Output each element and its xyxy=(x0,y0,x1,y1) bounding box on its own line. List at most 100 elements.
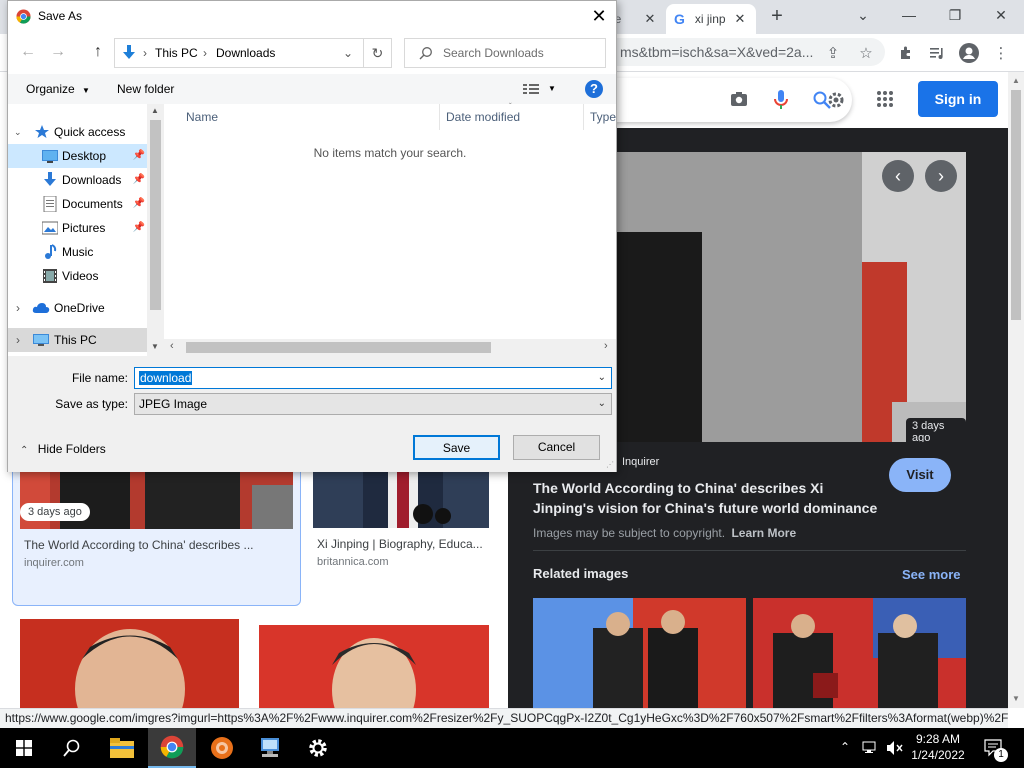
breadcrumb-this-pc[interactable]: This PC xyxy=(155,39,198,67)
new-tab-button[interactable]: + xyxy=(766,5,788,27)
restore-button[interactable]: ❐ xyxy=(932,0,978,30)
nav-this-pc[interactable]: › This PC xyxy=(8,328,147,352)
file-pane-horizontal-scrollbar[interactable]: ‹ › xyxy=(164,339,616,356)
column-header-date-modified[interactable]: Date modified xyxy=(440,104,584,130)
scroll-right-arrow-icon[interactable]: › xyxy=(604,340,608,352)
nav-onedrive[interactable]: › OneDrive xyxy=(8,296,147,320)
view-options-caret-icon[interactable]: ▼ xyxy=(548,74,556,104)
nav-quick-access[interactable]: ⌄ Quick access xyxy=(8,120,147,144)
browser-tab-2[interactable]: G xi jinp ✕ xyxy=(666,4,756,34)
breadcrumb-downloads[interactable]: Downloads xyxy=(216,39,275,67)
related-image-1[interactable] xyxy=(533,598,746,708)
result-source[interactable]: inquirer.com xyxy=(24,557,84,569)
voice-search-mic-icon[interactable] xyxy=(774,89,788,111)
column-header-type[interactable]: Type xyxy=(584,104,624,130)
scrollbar-thumb[interactable] xyxy=(186,342,491,353)
volume-muted-icon[interactable] xyxy=(886,740,904,756)
dropdown-chevron-icon[interactable]: ⌄ xyxy=(598,368,606,388)
file-name-input[interactable]: download ⌄ xyxy=(134,367,612,389)
media-queue-icon[interactable] xyxy=(926,42,948,64)
start-windows-icon[interactable] xyxy=(0,728,48,768)
expand-chevron-icon[interactable]: › xyxy=(16,296,20,320)
close-window-button[interactable]: ✕ xyxy=(978,0,1024,30)
sign-in-button[interactable]: Sign in xyxy=(918,81,998,117)
organize-menu[interactable]: Organize ▼ xyxy=(26,74,90,104)
cancel-button[interactable]: Cancel xyxy=(513,435,600,460)
scroll-up-arrow-icon[interactable]: ▲ xyxy=(1012,76,1020,85)
hide-folders-label: Hide Folders xyxy=(37,442,106,456)
save-type-value: JPEG Image xyxy=(139,397,208,411)
scroll-down-arrow-icon[interactable]: ▼ xyxy=(1012,694,1020,703)
view-options-icon[interactable] xyxy=(523,74,539,104)
search-downloads-field[interactable]: Search Downloads xyxy=(404,38,606,68)
nav-pane-scrollbar[interactable]: ▲ ▼ xyxy=(147,104,164,356)
scroll-up-arrow-icon[interactable]: ▲ xyxy=(151,106,159,115)
search-icon[interactable] xyxy=(48,728,96,768)
previous-image-button[interactable]: ‹ xyxy=(882,160,914,192)
minimize-button[interactable]: — xyxy=(886,0,932,30)
expand-chevron-icon[interactable]: ⌄ xyxy=(14,120,22,144)
extensions-puzzle-icon[interactable] xyxy=(895,42,917,64)
image-result-thumbnail-4[interactable] xyxy=(259,625,489,708)
close-tab-icon[interactable]: ✕ xyxy=(732,11,748,27)
hide-folders-toggle[interactable]: ⌃ Hide Folders xyxy=(20,442,106,456)
nav-music[interactable]: Music xyxy=(8,240,147,264)
share-icon[interactable]: ⇪ xyxy=(822,42,844,64)
nav-desktop[interactable]: Desktop 📌 xyxy=(8,144,147,168)
network-icon[interactable] xyxy=(862,740,878,756)
resize-grip-icon[interactable]: ⋰ xyxy=(606,460,614,469)
app-orange-icon[interactable] xyxy=(198,728,246,768)
result-title[interactable]: Xi Jinping | Biography, Educa... xyxy=(317,537,483,551)
path-history-chevron-icon[interactable]: ⌄ xyxy=(343,39,353,67)
image-result-thumbnail-3[interactable] xyxy=(20,619,239,708)
preview-title[interactable]: The World According to China' describes … xyxy=(533,478,883,518)
save-button[interactable]: Save xyxy=(413,435,500,460)
related-images-heading: Related images xyxy=(533,566,629,581)
result-source[interactable]: britannica.com xyxy=(317,556,389,568)
back-arrow-icon[interactable]: ← xyxy=(20,43,36,61)
scrollbar-thumb[interactable] xyxy=(1011,90,1021,320)
help-icon[interactable]: ? xyxy=(585,80,603,98)
visit-button[interactable]: Visit xyxy=(889,458,951,492)
dialog-close-button[interactable]: ✕ xyxy=(586,3,612,29)
new-folder-button[interactable]: New folder xyxy=(117,74,174,104)
close-tab-icon[interactable]: ✕ xyxy=(642,11,658,27)
column-header-name[interactable]: Name xyxy=(180,104,440,130)
file-explorer-icon[interactable] xyxy=(98,728,146,768)
bookmark-star-icon[interactable]: ☆ xyxy=(855,42,877,64)
up-arrow-icon[interactable]: ↑ xyxy=(94,43,102,61)
scrollbar-thumb[interactable] xyxy=(150,120,161,310)
settings-gear-icon[interactable] xyxy=(294,728,342,768)
result-title[interactable]: The World According to China' describes … xyxy=(24,538,254,552)
learn-more-link[interactable]: Learn More xyxy=(731,526,796,540)
breadcrumb-path[interactable]: › This PC › Downloads ⌄ xyxy=(114,38,364,68)
remote-desktop-icon[interactable] xyxy=(246,728,294,768)
save-as-type-select[interactable]: JPEG Image ⌄ xyxy=(134,393,612,415)
scroll-down-arrow-icon[interactable]: ▼ xyxy=(151,342,159,351)
settings-gear-icon[interactable] xyxy=(826,90,846,110)
related-image-2[interactable] xyxy=(753,598,966,708)
see-more-link[interactable]: See more xyxy=(902,567,961,582)
page-vertical-scrollbar[interactable]: ▲ ▼ xyxy=(1008,72,1024,708)
dialog-title-bar[interactable]: Save As ✕ xyxy=(8,1,616,32)
camera-search-icon[interactable] xyxy=(730,91,748,107)
chrome-taskbar-icon[interactable] xyxy=(148,728,196,768)
forward-arrow-icon[interactable]: → xyxy=(50,43,66,61)
preview-source[interactable]: Inquirer xyxy=(622,456,659,468)
chrome-menu-icon[interactable]: ⋮ xyxy=(990,42,1012,64)
downloads-icon xyxy=(42,172,58,188)
clock[interactable]: 9:28 AM 1/24/2022 xyxy=(910,731,966,763)
next-image-button[interactable]: › xyxy=(925,160,957,192)
nav-pictures[interactable]: Pictures 📌 xyxy=(8,216,147,240)
nav-documents[interactable]: Documents 📌 xyxy=(8,192,147,216)
nav-downloads[interactable]: Downloads 📌 xyxy=(8,168,147,192)
profile-avatar-icon[interactable] xyxy=(958,42,980,64)
expand-chevron-icon[interactable]: › xyxy=(16,328,20,352)
refresh-button[interactable]: ↻ xyxy=(364,38,392,68)
show-hidden-icons-chevron-icon[interactable]: ⌃ xyxy=(840,740,850,754)
google-apps-grid-icon[interactable] xyxy=(876,90,894,108)
nav-videos[interactable]: Videos xyxy=(8,264,147,288)
tab-search-chevron-icon[interactable]: ⌄ xyxy=(840,0,886,30)
scroll-left-arrow-icon[interactable]: ‹ xyxy=(170,340,174,352)
dropdown-chevron-icon[interactable]: ⌄ xyxy=(598,394,606,414)
